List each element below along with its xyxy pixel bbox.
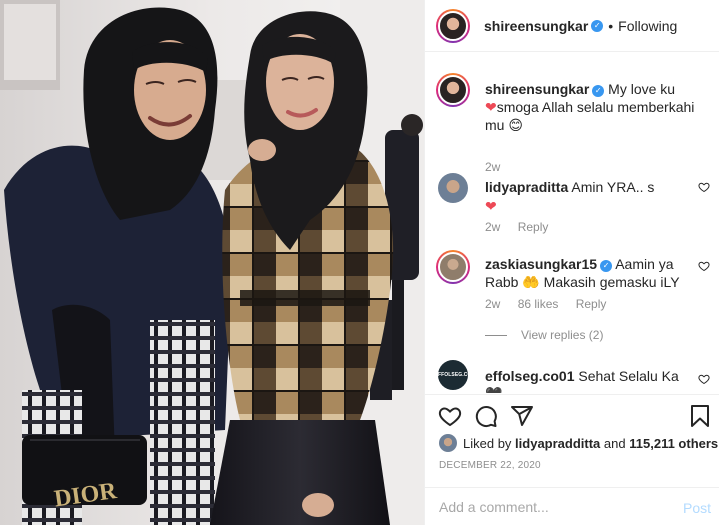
likes-count[interactable]: 115,211 others <box>629 436 718 451</box>
comments-list[interactable]: shireensungkar ✓ My love ku ❤smoga Allah … <box>425 53 719 393</box>
post-header: shireensungkar ✓ • Following <box>425 0 719 52</box>
like-comment-heart-icon[interactable] <box>698 373 710 385</box>
comment-text: lidyapraditta Amin YRA.. sayang <box>485 178 655 196</box>
red-heart-emoji-icon: ❤ <box>485 198 497 214</box>
liked-by-prefix: Liked by <box>463 435 512 451</box>
verified-badge-icon: ✓ <box>600 260 613 272</box>
commenter-avatar[interactable] <box>436 250 470 284</box>
following-button[interactable]: Following <box>618 18 677 34</box>
author-avatar[interactable] <box>436 8 470 43</box>
comment-username[interactable]: zaskiasungkar15 <box>485 256 597 272</box>
view-replies-line <box>485 334 507 336</box>
avatar-logo-text: EFFOLSEG.CO <box>434 372 472 378</box>
commenter-avatar[interactable] <box>438 173 468 203</box>
action-bar <box>425 394 719 434</box>
like-comment-heart-icon[interactable] <box>698 181 710 193</box>
smile-emoji: 😊 <box>508 117 523 133</box>
post-image: DIOR <box>0 0 424 525</box>
post-date[interactable]: DECEMBER 22, 2020 <box>439 460 541 471</box>
comment-icon[interactable] <box>474 404 498 428</box>
author-username[interactable]: shireensungkar <box>484 18 588 34</box>
verified-badge-icon: ✓ <box>592 85 605 97</box>
comment-time[interactable]: 2w <box>485 297 500 311</box>
reply-button[interactable]: Reply <box>518 220 549 234</box>
comment-time[interactable]: 2w <box>485 220 500 234</box>
red-heart-emoji-icon: ❤ <box>485 99 497 115</box>
share-icon[interactable] <box>510 404 534 428</box>
header-separator: • <box>608 17 614 34</box>
add-comment-bar: Post <box>425 487 719 525</box>
post-photo[interactable]: DIOR <box>0 0 424 525</box>
reply-button[interactable]: Reply <box>576 297 607 311</box>
caption-time[interactable]: 2w <box>485 160 500 174</box>
comment-text: zaskiasungkar15 ✓ Aamin ya Rabb 🤲 Makasih… <box>485 255 695 291</box>
view-replies-label[interactable]: View replies (2) <box>521 328 603 342</box>
commenter-avatar[interactable]: EFFOLSEG.CO <box>435 360 471 390</box>
caption-text: shireensungkar ✓ My love ku ❤smoga Allah … <box>485 80 695 134</box>
view-replies-button[interactable]: View replies (2) <box>485 328 603 342</box>
like-comment-heart-icon[interactable] <box>698 260 710 272</box>
liked-by-joiner: and <box>603 435 626 451</box>
comment-meta: 2w Reply <box>485 220 562 234</box>
liker-username[interactable]: lidyapradditta <box>515 436 600 451</box>
bookmark-icon[interactable] <box>688 404 712 428</box>
post-side-panel: shireensungkar ✓ • Following shireensung… <box>424 0 719 525</box>
verified-badge-icon: ✓ <box>591 19 604 32</box>
liked-by-row: Liked by lidyapradditta and 115,211 othe… <box>439 434 718 452</box>
caption-part-a: My love ku <box>608 81 676 97</box>
comment-username[interactable]: effolseg.co01 <box>485 368 574 384</box>
comment-input[interactable] <box>439 496 659 518</box>
caption-username[interactable]: shireensungkar <box>485 81 589 97</box>
comment-meta: 2w 86 likes Reply <box>485 297 620 311</box>
dior-bag: DIOR <box>22 435 147 512</box>
heart-icon[interactable] <box>438 404 462 428</box>
comment-text: effolseg.co01 Sehat Selalu Ka🖤 <box>485 367 695 393</box>
comment-likes[interactable]: 86 likes <box>518 297 559 311</box>
comment-body: Amin YRA.. sayang <box>571 179 655 195</box>
liker-avatar[interactable] <box>439 434 457 452</box>
caption-meta: 2w <box>485 160 514 174</box>
post-comment-button[interactable]: Post <box>683 500 711 516</box>
caption-avatar[interactable] <box>436 73 470 107</box>
comment-username[interactable]: lidyapraditta <box>485 179 568 195</box>
